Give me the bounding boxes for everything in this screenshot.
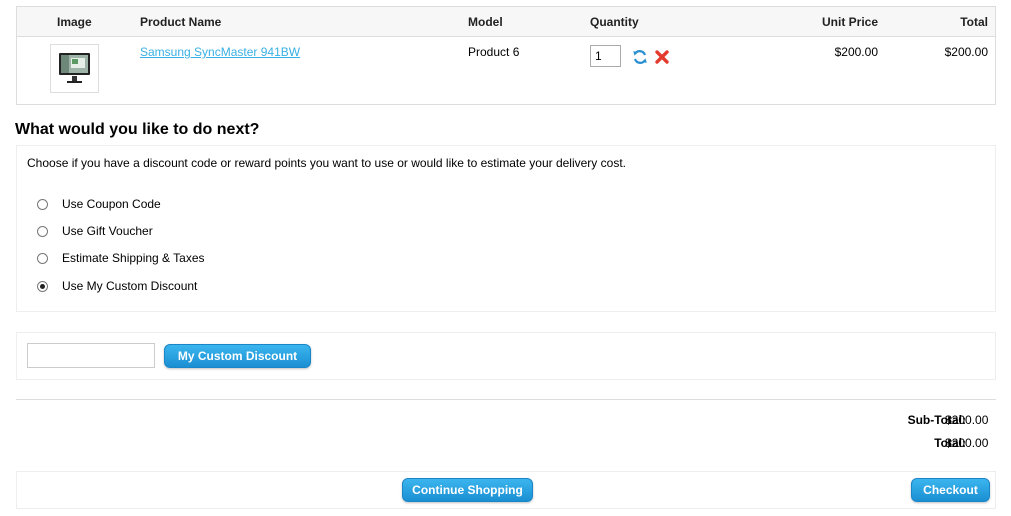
unit-price-value: $200.00 [834, 45, 878, 59]
option-custom-discount-label: Use My Custom Discount [62, 279, 198, 293]
header-unit-price: Unit Price [821, 15, 878, 29]
divider [16, 399, 996, 400]
total-value: $200.00 [944, 45, 988, 59]
subtotal-value: $200.00 [945, 413, 989, 427]
product-thumbnail[interactable] [50, 44, 99, 93]
monitor-icon [59, 53, 90, 83]
option-voucher-label: Use Gift Voucher [62, 224, 153, 238]
option-voucher[interactable]: Use Gift Voucher [37, 223, 153, 239]
radio-voucher[interactable] [37, 225, 48, 237]
continue-shopping-button[interactable]: Continue Shopping [402, 478, 533, 502]
cart-table-header: Image Product Name Model Quantity Unit P… [17, 7, 995, 37]
option-shipping-label: Estimate Shipping & Taxes [62, 251, 205, 265]
cart-actions-panel: Continue Shopping Checkout [16, 471, 996, 509]
remove-icon[interactable] [654, 49, 670, 65]
header-quantity: Quantity [590, 15, 639, 29]
options-intro-text: Choose if you have a discount code or re… [27, 156, 626, 170]
grand-total-value: $200.00 [945, 436, 989, 450]
section-title: What would you like to do next? [15, 121, 260, 138]
product-model: Product 6 [468, 45, 520, 59]
quantity-input[interactable] [590, 45, 621, 67]
option-coupon[interactable]: Use Coupon Code [37, 196, 161, 212]
apply-discount-button[interactable]: My Custom Discount [164, 344, 311, 368]
radio-custom-discount[interactable] [37, 280, 48, 292]
header-model: Model [468, 15, 503, 29]
next-options-panel: Choose if you have a discount code or re… [16, 145, 996, 312]
product-name-link[interactable]: Samsung SyncMaster 941BW [140, 45, 300, 59]
refresh-icon[interactable] [632, 49, 648, 65]
option-shipping[interactable]: Estimate Shipping & Taxes [37, 250, 205, 266]
header-image: Image [57, 15, 92, 29]
checkout-button[interactable]: Checkout [911, 478, 990, 502]
option-coupon-label: Use Coupon Code [62, 197, 161, 211]
discount-input[interactable] [27, 343, 155, 368]
option-custom-discount[interactable]: Use My Custom Discount [37, 278, 197, 294]
header-total: Total [960, 15, 988, 29]
radio-shipping[interactable] [37, 252, 48, 264]
cart-table: Image Product Name Model Quantity Unit P… [16, 6, 996, 105]
custom-discount-panel: My Custom Discount [16, 332, 996, 380]
radio-coupon[interactable] [37, 198, 48, 210]
header-product-name: Product Name [140, 15, 222, 29]
